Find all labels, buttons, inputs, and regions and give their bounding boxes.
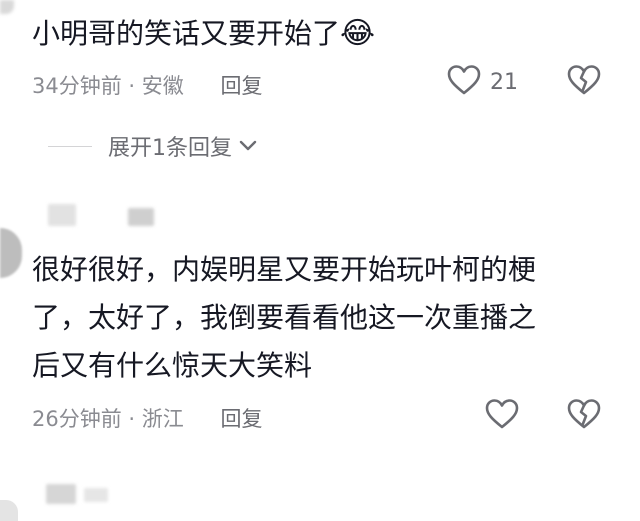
comment-1-location: 安徽 <box>141 74 184 98</box>
comment-2-time: 26分钟前 <box>32 407 122 431</box>
avatar-partial-bottom <box>0 500 18 521</box>
comment-1-time: 34分钟前 <box>32 74 122 98</box>
username-blurred-4 <box>84 488 108 502</box>
username-blurred-3 <box>46 484 76 504</box>
expand-replies-label: 展开1条回复 <box>108 136 232 161</box>
divider-dash <box>48 145 92 147</box>
expand-replies-button[interactable]: 展开1条回复 <box>48 130 258 162</box>
comment-2-text: 很好很好，内娱明星又要开始玩叶柯的梗 了，太好了，我倒要看看他这一次重播之 后又… <box>32 246 536 390</box>
broken-heart-icon <box>566 398 602 434</box>
comment-2-line-2: 了，太好了，我倒要看看他这一次重播之 <box>32 301 537 334</box>
comment-1-dislike-button[interactable] <box>564 64 604 100</box>
meta-separator: · <box>128 407 136 431</box>
meta-separator: · <box>128 74 136 98</box>
heart-icon <box>484 398 520 434</box>
comment-2-like-button[interactable] <box>482 398 522 434</box>
avatar-partial-left <box>0 228 22 278</box>
comment-2-line-1: 很好很好，内娱明星又要开始玩叶柯的梗 <box>32 253 537 286</box>
avatar-partial-top <box>0 0 14 14</box>
comment-2-location: 浙江 <box>141 407 184 431</box>
comment-2-dislike-button[interactable] <box>564 398 604 434</box>
username-blurred-1 <box>48 204 76 226</box>
laughing-emoji: 😂 <box>340 16 376 51</box>
username-blurred-2 <box>128 208 154 226</box>
comment-1-like-count: 21 <box>490 69 518 95</box>
comment-2-reply-button[interactable]: 回复 <box>220 407 262 431</box>
comment-2-line-3: 后又有什么惊天大笑料 <box>32 349 313 382</box>
comment-1-reply-button[interactable]: 回复 <box>220 74 262 98</box>
heart-icon <box>446 64 482 100</box>
comment-1-text: 小明哥的笑话又要开始了😂 <box>32 10 375 58</box>
comment-1-like-button[interactable]: 21 <box>446 62 518 102</box>
comment-1-body: 小明哥的笑话又要开始了 <box>32 17 341 50</box>
comment-2-meta: 26分钟前 · 浙江 回复 <box>32 403 262 433</box>
comment-1-meta: 34分钟前 · 安徽 回复 <box>32 70 262 100</box>
broken-heart-icon <box>566 64 602 100</box>
chevron-down-icon <box>238 139 258 153</box>
